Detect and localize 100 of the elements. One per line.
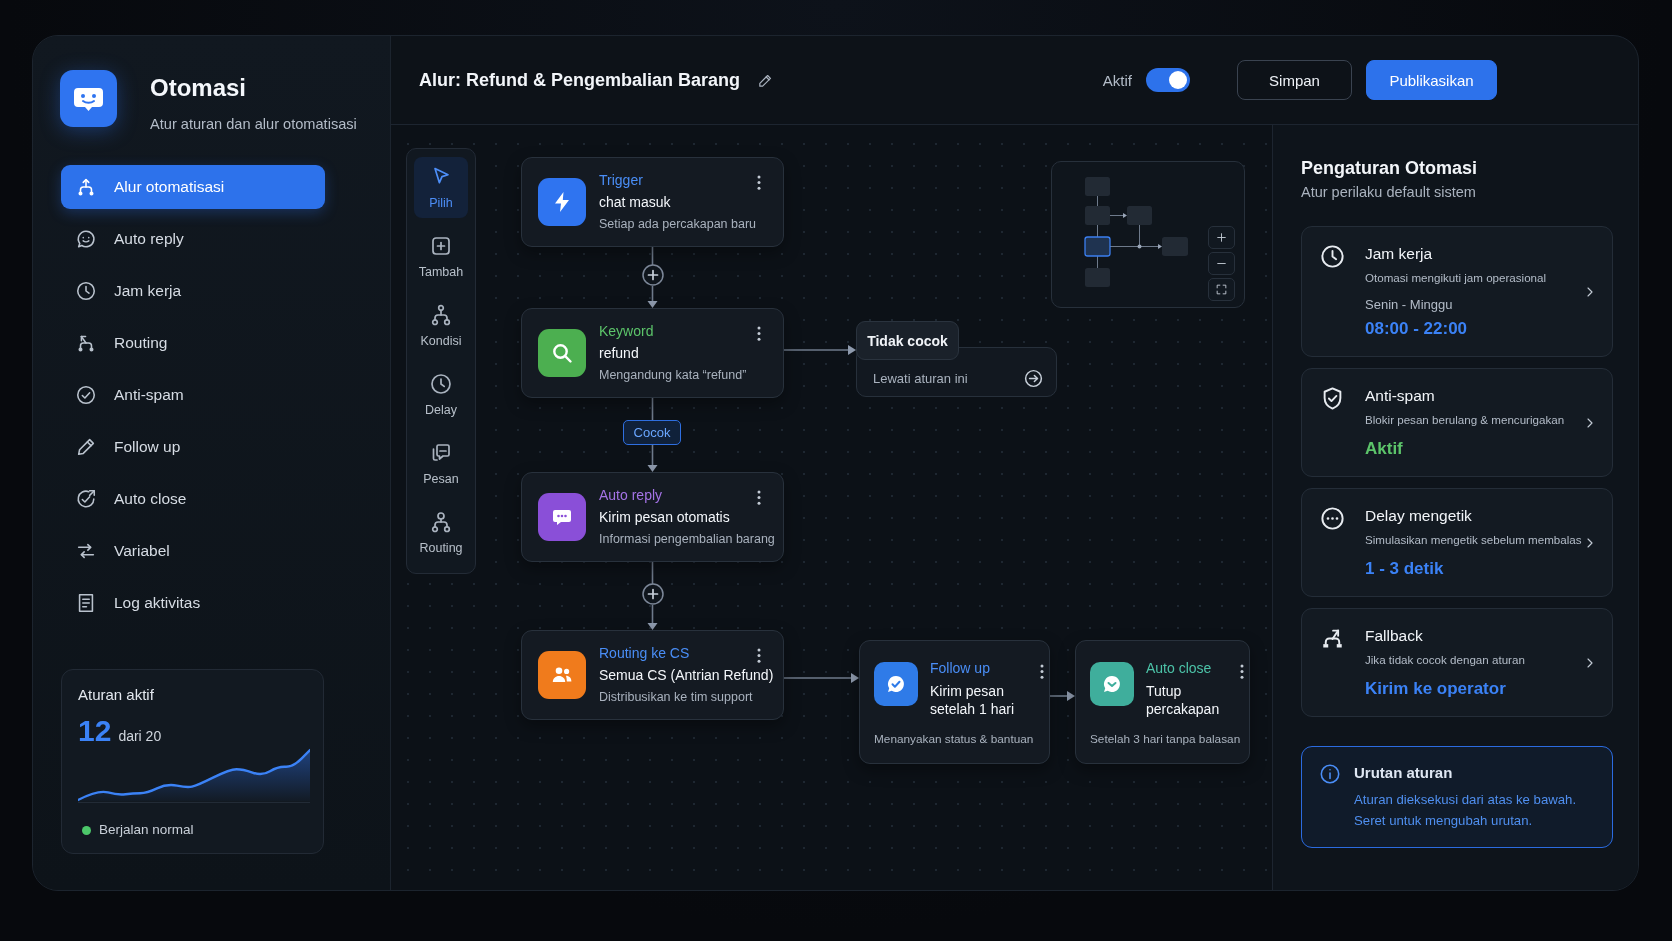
- nav-item[interactable]: Anti-spam: [61, 373, 325, 417]
- more-icon[interactable]: [757, 175, 761, 190]
- active-toggle[interactable]: [1146, 68, 1190, 92]
- setting-card[interactable]: Anti-spam Blokir pesan berulang & mencurigakan Aktif: [1301, 368, 1613, 477]
- info-title: Urutan aturan: [1354, 763, 1454, 783]
- node-type: Trigger: [599, 171, 643, 190]
- flow-node[interactable]: Follow up Kirim pesan setelah 1 hari Menanyakan status & bantuan: [859, 640, 1050, 764]
- setting-title: Fallback: [1365, 626, 1424, 646]
- arrow-right-circle-icon[interactable]: [1023, 367, 1044, 389]
- setting-value: Kirim ke operator: [1365, 678, 1507, 700]
- hierarchy-icon: [429, 303, 453, 327]
- nav-item[interactable]: Jam kerja: [61, 269, 325, 313]
- person-network-icon: [429, 510, 453, 534]
- nav-item[interactable]: Alur otomatisasi: [61, 165, 325, 209]
- more-icon[interactable]: [757, 326, 761, 341]
- flow-node[interactable]: Auto close Tutup percakapan Setelah 3 hari tanpa balasan: [1075, 640, 1250, 764]
- active-label: Aktif: [1102, 71, 1132, 89]
- node-description: Distribusikan ke tim support: [599, 689, 754, 706]
- flow-node[interactable]: Auto reply Kirim pesan otomatis Informasi pengembalian barang: [521, 472, 784, 562]
- node-description: Mengandung kata “refund”: [599, 367, 748, 384]
- save-button[interactable]: Simpan: [1237, 60, 1352, 100]
- stats-title: Aturan aktif: [78, 686, 155, 704]
- node-title: refund: [599, 344, 640, 363]
- tool-button[interactable]: Routing: [414, 502, 468, 563]
- status-text: Berjalan normal: [99, 821, 194, 839]
- nav-item[interactable]: Routing: [61, 321, 325, 365]
- chat-face-icon: [75, 228, 97, 250]
- pencil-icon: [75, 436, 97, 458]
- tool-button[interactable]: Delay: [414, 364, 468, 425]
- node-title: Semua CS (Antrian Refund): [599, 666, 775, 685]
- flow-node[interactable]: Keyword refund Mengandung kata “refund”: [521, 308, 784, 398]
- setting-title: Anti-spam: [1365, 386, 1436, 406]
- setting-value: 1 - 3 detik: [1365, 558, 1445, 580]
- nav-item[interactable]: Follow up: [61, 425, 325, 469]
- chat-bot-logo-icon: [60, 70, 117, 127]
- flow-title: Alur: Refund & Pengembalian Barang: [419, 69, 741, 91]
- setting-detail: Senin - Minggu: [1365, 296, 1454, 314]
- node-title: chat masuk: [599, 193, 672, 212]
- flow-node[interactable]: Routing ke CS Semua CS (Antrian Refund) Distribusikan ke tim support: [521, 630, 784, 720]
- branch-description: Lewati aturan ini: [873, 370, 968, 386]
- flow-node[interactable]: Trigger chat masuk Setiap ada percakapan baru: [521, 157, 784, 247]
- connector-arrow: [647, 444, 658, 472]
- app-subtitle: Atur aturan dan alur otomatisasi: [150, 115, 357, 134]
- tool-button[interactable]: Pilih: [414, 157, 468, 218]
- clock-icon: [429, 372, 453, 396]
- setting-description: Simulasikan mengetik sebelum membalas: [1365, 532, 1582, 548]
- setting-card[interactable]: Delay mengetik Simulasikan mengetik sebelum membalas 1 - 3 detik: [1301, 488, 1613, 597]
- info-icon: [1319, 763, 1341, 785]
- dots-circle-icon: [1319, 505, 1346, 532]
- setting-title: Delay mengetik: [1365, 506, 1473, 526]
- node-description: Setelah 3 hari tanpa balasan: [1090, 731, 1239, 747]
- nav-item[interactable]: Auto close: [61, 477, 325, 521]
- stats-total: dari 20: [118, 728, 162, 744]
- clock-icon: [75, 280, 97, 302]
- fullscreen-icon: [1215, 283, 1228, 296]
- add-step-icon[interactable]: [641, 264, 664, 286]
- setting-description: Blokir pesan berulang & mencurigakan: [1365, 412, 1566, 428]
- nav-item[interactable]: Log aktivitas: [61, 581, 325, 625]
- node-title: Kirim pesan setelah 1 hari: [930, 682, 1016, 718]
- add-step-icon[interactable]: [641, 583, 664, 605]
- nav-item[interactable]: Auto reply: [61, 217, 325, 261]
- tool-button[interactable]: Pesan: [414, 433, 468, 494]
- info-text: Aturan dieksekusi dari atas ke bawah. Seret untuk mengubah urutan.: [1354, 791, 1577, 830]
- node-title: Tutup percakapan: [1146, 682, 1221, 718]
- node-type: Auto reply: [599, 486, 663, 505]
- plus-icon: [1215, 231, 1228, 244]
- app-title: Otomasi: [150, 74, 248, 102]
- check-circle-icon: [75, 384, 97, 406]
- setting-value: 08:00 - 22:00: [1365, 318, 1469, 340]
- node-description: Menanyakan status & bantuan: [874, 731, 1035, 747]
- panel-subtitle: Atur perilaku default sistem: [1301, 183, 1477, 202]
- tool-button[interactable]: Tambah: [414, 226, 468, 287]
- tool-button[interactable]: Kondisi: [414, 295, 468, 356]
- nav-item[interactable]: Variabel: [61, 529, 325, 573]
- setting-card[interactable]: Jam kerja Otomasi mengikuti jam operasional Senin - Minggu 08:00 - 22:00: [1301, 226, 1613, 357]
- setting-card[interactable]: Fallback Jika tidak cocok dengan aturan Kirim ke operator: [1301, 608, 1613, 717]
- more-icon[interactable]: [1040, 664, 1044, 679]
- status-dot-icon: [82, 825, 91, 835]
- node-description: Setiap ada percakapan baru: [599, 216, 758, 233]
- publish-button[interactable]: Publikasikan: [1366, 60, 1497, 100]
- setting-value: Aktif: [1365, 438, 1404, 460]
- branch-label: Tidak cocok: [856, 321, 959, 360]
- connector-line: [651, 397, 654, 421]
- zoom-in-button[interactable]: [1208, 226, 1235, 249]
- panel-title: Pengaturan Otomasi: [1301, 157, 1479, 180]
- setting-description: Otomasi mengikuti jam operasional: [1365, 270, 1548, 286]
- fit-view-button[interactable]: [1208, 278, 1235, 301]
- more-icon[interactable]: [757, 490, 761, 505]
- node-type: Keyword: [599, 322, 654, 341]
- setting-description: Jika tidak cocok dengan aturan: [1365, 652, 1526, 668]
- connector-line: [651, 561, 654, 585]
- setting-title: Jam kerja: [1365, 244, 1434, 264]
- node-type: Auto close: [1146, 659, 1213, 678]
- node-description: Informasi pengembalian barang: [599, 531, 776, 548]
- node-type: Routing ke CS: [599, 644, 690, 663]
- more-icon[interactable]: [1240, 664, 1244, 679]
- check-circle-arrow-icon: [75, 488, 97, 510]
- connector-arrow: [1049, 691, 1075, 701]
- more-icon[interactable]: [757, 648, 761, 663]
- edge-label: Cocok: [623, 420, 681, 445]
